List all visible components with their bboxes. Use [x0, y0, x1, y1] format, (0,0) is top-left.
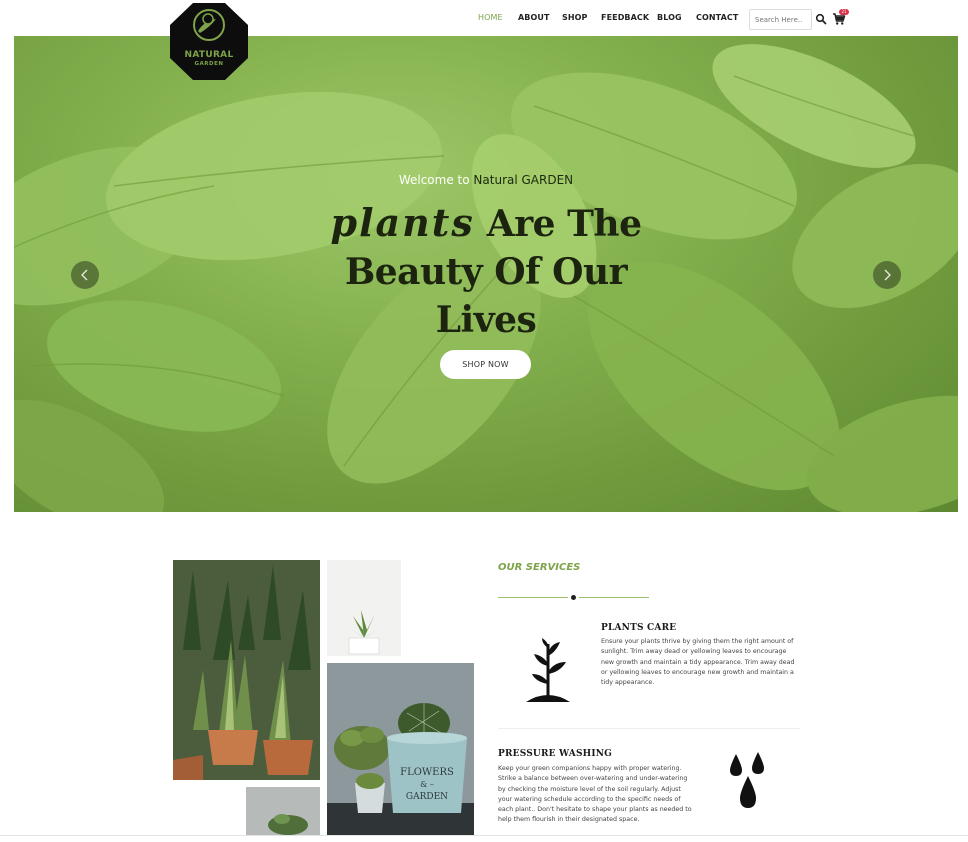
service-text-line: each plant.. Don't hesitate to shape you…	[498, 806, 692, 814]
service-text-pressure-washing: Keep your green companions happy with pr…	[498, 764, 698, 826]
site-header: HOME ABOUT SHOP FEEDBACK BLOG CONTACT 21	[0, 0, 968, 37]
chevron-right-icon	[884, 269, 891, 281]
service-text-line: tidy appearance.	[601, 679, 655, 687]
pot-text-flowers: FLOWERS	[400, 767, 454, 778]
photo-snake-plants	[173, 560, 320, 780]
hero-title-script: plants	[330, 200, 475, 245]
shop-now-button[interactable]: SHOP NOW	[440, 350, 531, 379]
service-text-line: by checking the moisture level of the so…	[498, 785, 681, 793]
service-text-line: Ensure your plants thrive by giving them…	[601, 638, 794, 645]
nav-blog[interactable]: BLOG	[657, 13, 682, 22]
hero-title-line1: plants Are The	[314, 199, 658, 248]
service-text-line: sunlight. Trim away dead or yellowing le…	[601, 648, 787, 656]
logo-text-top: NATURAL	[184, 50, 234, 60]
logo-text-bottom: GARDEN	[194, 61, 224, 67]
service-text-line: Strike a balance between over-watering a…	[498, 775, 688, 783]
sprout-icon	[526, 638, 570, 702]
water-drops-icon	[730, 752, 764, 808]
photo-cactus-bucket: FLOWERS & – GARDEN	[327, 663, 474, 835]
search-icon[interactable]	[815, 13, 827, 25]
search-input[interactable]	[749, 9, 812, 30]
service-title-plants-care: PLANTS CARE	[601, 623, 677, 633]
photo-small-succulent	[327, 560, 401, 656]
nav-home[interactable]: HOME	[478, 13, 503, 22]
welcome-prefix: Welcome to	[398, 173, 470, 187]
services-kicker: OUR SERVICES	[498, 562, 581, 573]
nav-shop[interactable]: SHOP	[562, 13, 588, 22]
logo-emblem-icon	[170, 3, 248, 80]
divider-left	[498, 597, 568, 598]
chevron-left-icon	[81, 269, 88, 281]
service-text-line: new growth and maintain a tidy appearanc…	[601, 658, 795, 666]
service-separator	[498, 728, 800, 729]
pot-text-garden: GARDEN	[406, 792, 448, 802]
nav-contact[interactable]: CONTACT	[696, 13, 738, 22]
service-text-line: or yellowing leaves to encourage new gro…	[601, 668, 794, 676]
service-title-pressure-washing: PRESSURE WASHING	[498, 749, 613, 759]
snake-plants-image	[173, 560, 320, 780]
site-logo[interactable]: NATURAL GARDEN	[170, 3, 248, 80]
hero-title-line1-rest: Are The	[486, 203, 642, 245]
plant-corner-image	[246, 787, 320, 835]
slider-prev-button[interactable]	[71, 261, 99, 289]
divider-right	[579, 597, 649, 598]
nav-feedback[interactable]: FEEDBACK	[601, 13, 649, 22]
service-text-line: help them flourish in their designated s…	[498, 816, 640, 824]
hero-title: plants Are The Beauty Of Our Lives	[314, 199, 658, 344]
cactus-bucket-image: FLOWERS & – GARDEN	[327, 663, 474, 835]
slider-next-button[interactable]	[873, 261, 901, 289]
service-text-line: your watering schedule according to the …	[498, 795, 681, 803]
pot-text-amp: & –	[420, 780, 434, 789]
welcome-brand: Natural GARDEN	[473, 173, 574, 187]
divider-dot	[571, 595, 576, 600]
cart-count-badge: 21	[839, 9, 849, 15]
service-text-plants-care: Ensure your plants thrive by giving them…	[601, 637, 801, 688]
hero-title-line2: Beauty Of Our	[344, 251, 628, 293]
photo-plant-corner	[246, 787, 320, 835]
hero-title-line3: Lives	[435, 299, 537, 341]
small-succulent-image	[327, 560, 401, 656]
service-text-line: Keep your green companions happy with pr…	[498, 765, 682, 772]
page-bottom-border	[0, 835, 968, 836]
hero-welcome-text: Welcome to Natural GARDEN	[14, 173, 958, 187]
hero-slider: Welcome to Natural GARDEN plants Are The…	[14, 36, 958, 512]
nav-about[interactable]: ABOUT	[518, 13, 550, 22]
